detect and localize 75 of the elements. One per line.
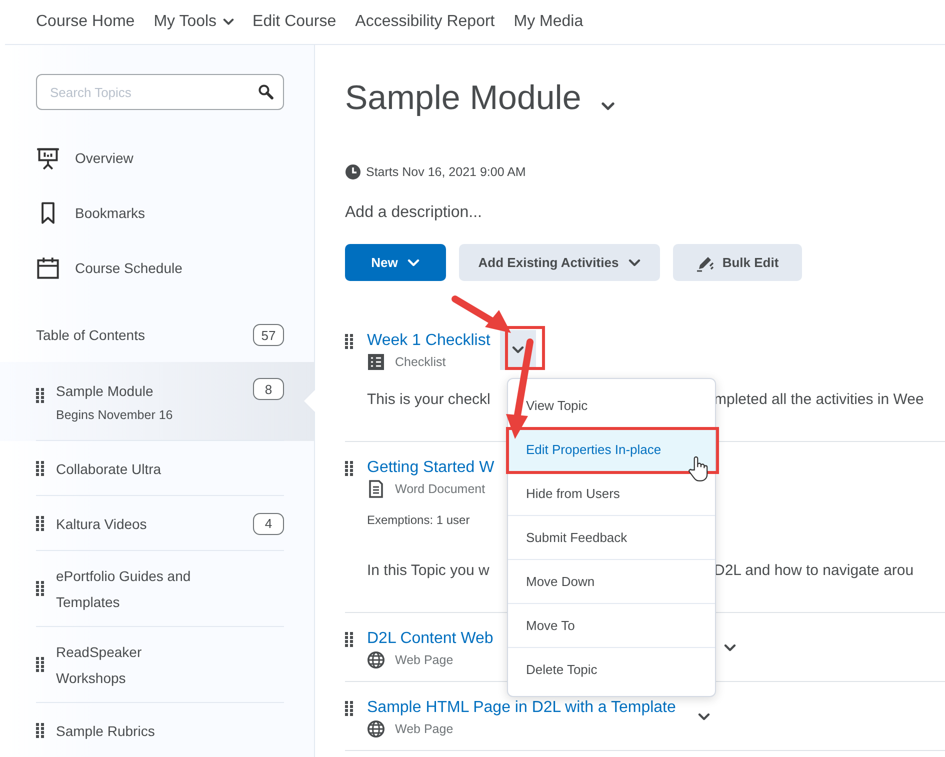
add-activities-button[interactable]: Add Existing Activities [459, 244, 660, 281]
drag-handle-icon [36, 516, 44, 532]
drag-handle-icon [36, 722, 44, 738]
menu-item[interactable]: Submit Feedback [508, 516, 715, 560]
search-field[interactable]: Search Topics [36, 74, 284, 110]
drag-handle-icon [345, 701, 353, 717]
topic-link[interactable]: Sample HTML Page in D2L with a Template [367, 697, 676, 719]
topic-type: Word Document [395, 482, 486, 496]
menu-item[interactable]: Delete Topic [508, 648, 715, 691]
toc-heading: Table of Contents [36, 327, 145, 343]
module-title: Kaltura Videos [56, 514, 148, 534]
calendar-icon [36, 256, 60, 280]
topic-type: Web Page [395, 722, 454, 736]
menu-item[interactable]: Edit Properties In-place [508, 428, 715, 472]
description-link[interactable]: Add a description... [345, 204, 482, 222]
drag-handle-icon [36, 460, 44, 476]
nav-link[interactable]: Course Home [36, 13, 135, 31]
chevron-down-icon [512, 346, 524, 354]
module-title: Sample Module [56, 382, 154, 401]
menu-item[interactable]: Move Down [508, 560, 715, 604]
search-icon [258, 84, 274, 100]
module-title: Collaborate Ultra [56, 460, 162, 478]
bulk-edit-button[interactable]: Bulk Edit [673, 244, 802, 281]
menu-item[interactable]: Move To [508, 604, 715, 648]
document-icon [367, 480, 385, 498]
module-item[interactable]: Sample Module Begins November 16 8 [0, 362, 314, 441]
description-fragment: This is your checkl [367, 390, 492, 410]
count-badge: 57 [253, 324, 284, 346]
description-fragment: In this Topic you w [367, 561, 490, 581]
selection-pointer [304, 390, 315, 412]
nav-link[interactable]: Edit Course [252, 13, 336, 31]
globe-icon [367, 720, 385, 738]
chevron-down-icon [406, 258, 420, 266]
nav-link[interactable]: My Tools [154, 13, 234, 31]
module-title: ReadSpeaker Workshops [56, 643, 143, 688]
topic-type: Web Page [395, 653, 454, 667]
chevron-down-icon [601, 102, 616, 110]
module-title: ePortfolio Guides and Templates [56, 567, 192, 612]
count-badge: 8 [253, 378, 284, 400]
hand-cursor-icon [688, 455, 708, 483]
sidebar-link[interactable]: Course Schedule [0, 240, 314, 295]
topic-link[interactable]: Week 1 Checklist [367, 330, 490, 352]
nav-link[interactable]: Accessibility Report [355, 13, 495, 31]
sidebar-link[interactable]: Bookmarks [0, 185, 314, 240]
module-title: Sample Rubrics [56, 722, 156, 741]
chevron-down-icon [698, 713, 710, 721]
chevron-down-icon [628, 258, 641, 266]
start-date: Starts Nov 16, 2021 9:00 AM [366, 165, 526, 179]
module-item[interactable]: ePortfolio Guides and Templates [0, 551, 314, 627]
drag-handle-icon [36, 657, 44, 673]
topic-link[interactable]: Getting Started W [367, 457, 494, 479]
topic-link[interactable]: D2L Content Web [367, 628, 494, 650]
module-item[interactable]: ReadSpeaker Workshops [0, 627, 314, 703]
module-title: Sample Module [345, 78, 582, 118]
drag-handle-icon [36, 581, 44, 597]
module-item[interactable]: Sample Rubrics [0, 703, 314, 757]
module-item[interactable]: Kaltura Videos 4 [0, 496, 314, 551]
new-button[interactable]: New [345, 244, 446, 281]
presentation-icon [36, 146, 60, 170]
drag-handle-icon [345, 334, 353, 350]
description-fragment: mpleted all the activities in Wee [714, 390, 925, 410]
module-date: Begins November 16 [56, 407, 174, 424]
exemptions-note: Exemptions: 1 user [367, 512, 470, 529]
drag-handle-icon [36, 388, 44, 404]
nav-link[interactable]: My Media [514, 13, 584, 31]
count-badge: 4 [253, 512, 284, 534]
sidebar-link[interactable]: Overview [0, 130, 314, 185]
drag-handle-icon [345, 632, 353, 648]
module-item[interactable]: Collaborate Ultra [0, 441, 314, 496]
chevron-down-icon [724, 644, 736, 652]
topic-type: Checklist [395, 355, 446, 369]
drag-handle-icon [345, 461, 353, 477]
clock-icon [345, 164, 361, 180]
checklist-icon [367, 353, 385, 371]
globe-icon [367, 651, 385, 669]
